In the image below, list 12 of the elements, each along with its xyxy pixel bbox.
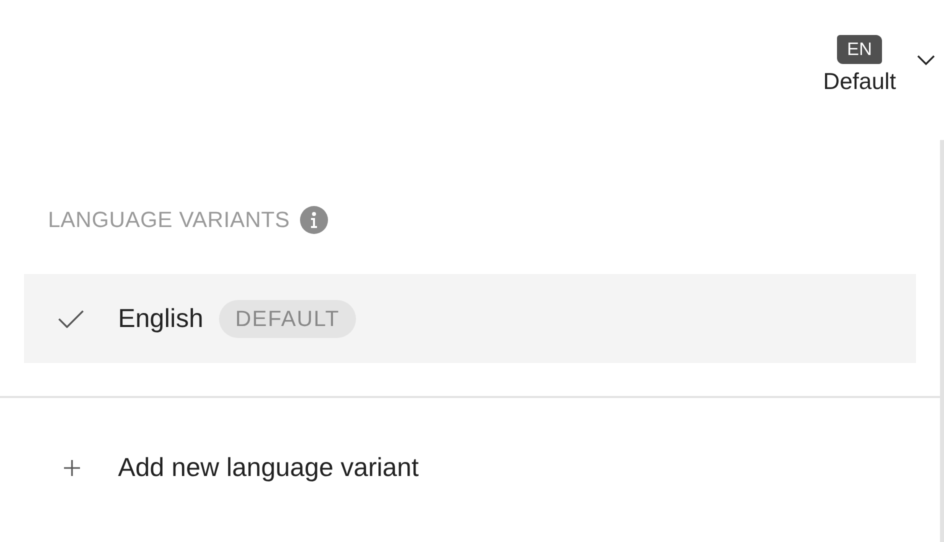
info-icon[interactable] (300, 206, 328, 234)
chevron-down-icon[interactable] (916, 54, 936, 66)
section-heading: LANGUAGE VARIANTS (48, 207, 290, 233)
language-name: English (118, 303, 204, 334)
add-language-variant-item[interactable]: Add new language variant (24, 423, 916, 512)
plus-icon (64, 460, 80, 476)
language-variant-item[interactable]: English DEFAULT (24, 274, 916, 363)
add-language-label: Add new language variant (118, 452, 419, 483)
checkmark-icon (58, 310, 84, 328)
language-code-badge: EN (837, 35, 882, 64)
default-badge: DEFAULT (219, 300, 356, 338)
language-switcher[interactable]: EN Default (823, 35, 896, 95)
